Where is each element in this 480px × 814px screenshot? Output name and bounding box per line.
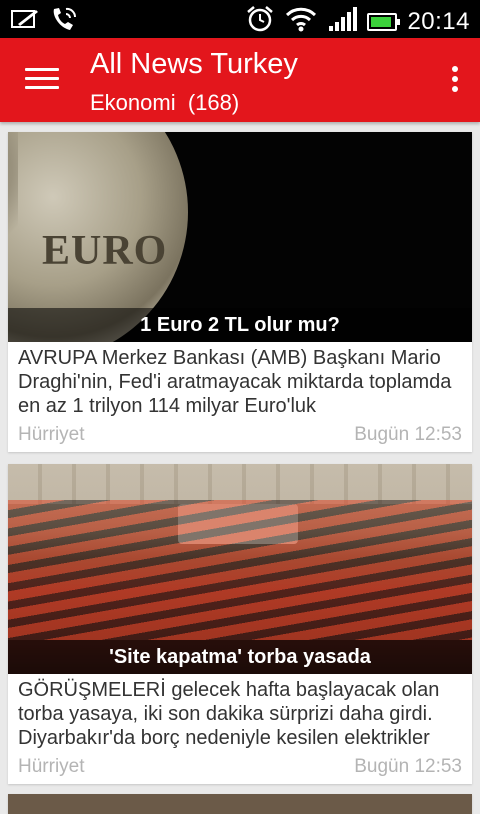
app-title: All News Turkey bbox=[90, 48, 298, 80]
news-headline: 1 Euro 2 TL olur mu? bbox=[8, 308, 472, 342]
alarm-icon bbox=[245, 4, 275, 39]
news-headline: 'Site kapatma' torba yasada bbox=[8, 640, 472, 674]
wifi-icon bbox=[285, 6, 317, 37]
news-card[interactable]: EURO 1 Euro 2 TL olur mu? AVRUPA Merkez … bbox=[8, 132, 472, 452]
news-source: Hürriyet bbox=[18, 756, 85, 777]
news-time: Bugün 12:53 bbox=[354, 424, 462, 445]
news-summary: AVRUPA Merkez Bankası (AMB) Başkanı Mari… bbox=[18, 347, 452, 417]
edit-icon bbox=[10, 7, 40, 36]
news-meta: Hürriyet Bugün 12:53 bbox=[8, 750, 472, 778]
battery-icon bbox=[367, 12, 401, 31]
overflow-menu-icon[interactable] bbox=[450, 66, 460, 96]
action-bar: All News Turkey Ekonomi (168) bbox=[0, 38, 480, 122]
phone-call-icon bbox=[50, 6, 78, 37]
news-time: Bugün 12:53 bbox=[354, 756, 462, 777]
battery-level bbox=[371, 16, 392, 27]
news-image[interactable]: EURO 1 Euro 2 TL olur mu? bbox=[8, 132, 472, 342]
status-bar: 20:14 bbox=[0, 0, 480, 38]
news-card-partial[interactable] bbox=[8, 794, 472, 814]
news-meta: Hürriyet Bugün 12:53 bbox=[8, 418, 472, 446]
signal-icon bbox=[327, 6, 358, 37]
status-time: 20:14 bbox=[407, 7, 470, 35]
news-source: Hürriyet bbox=[18, 424, 85, 445]
news-image[interactable]: 'Site kapatma' torba yasada bbox=[8, 464, 472, 674]
status-right-icons: 20:14 bbox=[245, 4, 470, 39]
status-left-icons bbox=[10, 6, 78, 37]
news-summary: GÖRÜŞMELERİ gelecek hafta başlayacak ola… bbox=[18, 679, 440, 749]
coin-lettering: EURO bbox=[42, 228, 168, 274]
hamburger-menu-icon[interactable] bbox=[25, 68, 59, 92]
news-card[interactable]: 'Site kapatma' torba yasada GÖRÜŞMELERİ … bbox=[8, 464, 472, 784]
category-subtitle: Ekonomi (168) bbox=[90, 90, 240, 115]
